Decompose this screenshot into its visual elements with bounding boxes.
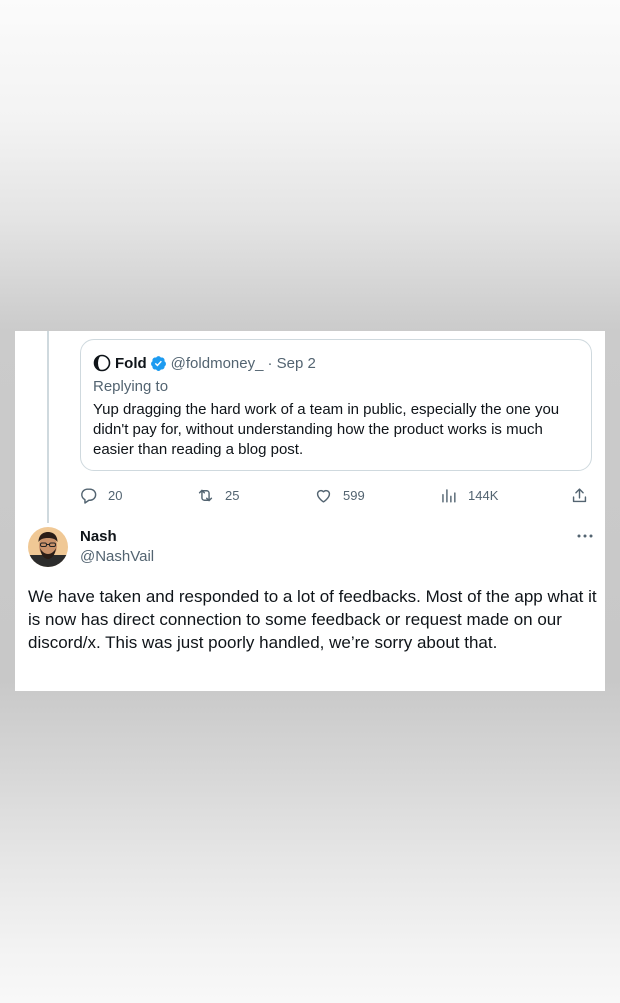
like-icon — [316, 489, 331, 503]
views-count: 144K — [468, 487, 499, 503]
reply-button[interactable]: 20 — [79, 485, 122, 505]
retweet-button[interactable]: 25 — [196, 485, 239, 505]
reply-icon — [81, 487, 97, 504]
like-count: 599 — [343, 487, 365, 503]
share-icon — [572, 487, 587, 502]
avatar[interactable] — [28, 527, 68, 567]
replying-to-label: Replying to — [93, 378, 169, 395]
tweet-card: Fold @foldmoney_ · Sep 2 Replying to Yup… — [15, 331, 605, 691]
tweet-actions: 20 25 599 144K — [79, 485, 589, 505]
quoted-author-name[interactable]: Fold — [115, 355, 147, 372]
retweet-count: 25 — [225, 487, 240, 503]
verified-badge-icon — [150, 355, 167, 372]
author-name[interactable]: Nash — [80, 528, 117, 545]
quoted-tweet-text: Yup dragging the hard work of a team in … — [93, 401, 560, 458]
retweet-icon — [198, 489, 213, 501]
tweet-text: We have taken and responded to a lot of … — [28, 587, 597, 652]
quoted-author-handle[interactable]: @foldmoney_ — [171, 355, 264, 372]
quoted-tweet-date[interactable]: · Sep 2 — [267, 355, 315, 372]
share-button[interactable] — [570, 485, 599, 505]
views-button[interactable]: 144K — [439, 485, 498, 505]
views-icon — [442, 488, 456, 503]
like-button[interactable]: 599 — [314, 485, 365, 505]
more-horizontal-icon[interactable] — [576, 527, 594, 545]
thread-line — [47, 331, 49, 523]
quoted-tweet[interactable]: Fold @foldmoney_ · Sep 2 Replying to Yup… — [80, 339, 592, 471]
fold-logo-icon — [93, 354, 111, 372]
quoted-tweet-header: Fold @foldmoney_ · Sep 2 — [93, 352, 579, 374]
author-handle[interactable]: @NashVail — [80, 548, 154, 565]
reply-count: 20 — [108, 487, 123, 503]
